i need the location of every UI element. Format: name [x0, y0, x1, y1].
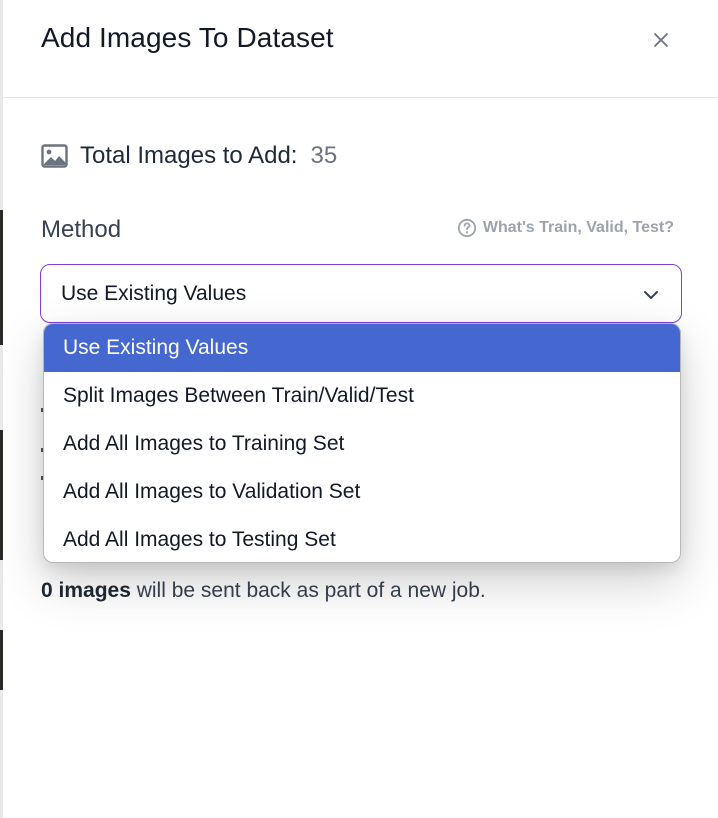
add-images-dialog: Add Images To Dataset Total Images to Ad… [3, 0, 718, 818]
total-images-label: Total Images to Add: [80, 142, 298, 169]
option-validation-set[interactable]: Add All Images to Validation Set [44, 468, 680, 516]
dialog-header: Add Images To Dataset [3, 0, 718, 98]
info-line-rest: will be sent back as part of a new job. [130, 579, 486, 602]
info-image-count: 0 images [41, 579, 131, 602]
close-icon[interactable] [649, 28, 673, 52]
method-dropdown-menu: Use Existing Values Split Images Between… [43, 323, 681, 563]
total-images-count: 35 [310, 142, 338, 169]
help-link-text: What's Train, Valid, Test? [482, 219, 674, 236]
total-images-row: Total Images to Add: 35 [41, 140, 337, 172]
method-label: Method [41, 216, 122, 243]
chevron-down-icon [644, 291, 658, 299]
image-icon [41, 144, 68, 168]
dialog-title: Add Images To Dataset [41, 22, 334, 53]
method-select[interactable]: Use Existing Values [40, 264, 682, 323]
info-line-jobs: 0 images will be sent back as part of a … [41, 574, 486, 608]
option-use-existing-values[interactable]: Use Existing Values [44, 324, 680, 372]
option-training-set[interactable]: Add All Images to Training Set [44, 420, 680, 468]
question-circle-icon [457, 218, 476, 238]
method-select-value: Use Existing Values [61, 282, 247, 305]
train-valid-test-help-link[interactable]: What's Train, Valid, Test? [457, 218, 674, 238]
option-testing-set[interactable]: Add All Images to Testing Set [44, 516, 680, 562]
option-split-images[interactable]: Split Images Between Train/Valid/Test [44, 372, 680, 420]
